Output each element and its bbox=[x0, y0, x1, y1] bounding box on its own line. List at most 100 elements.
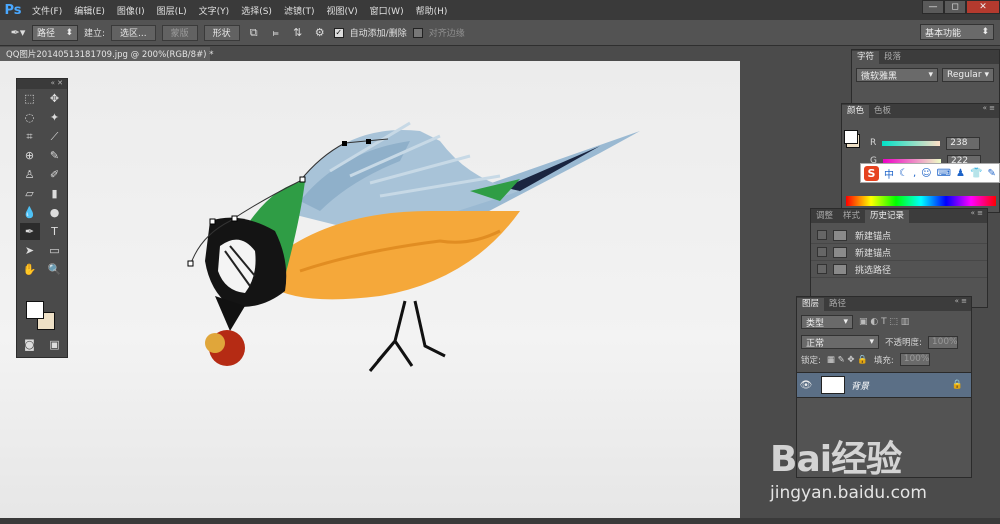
crop-icon[interactable]: ⌗ bbox=[20, 128, 40, 145]
quick-mask-icon[interactable]: ◙ bbox=[20, 336, 40, 353]
align-edges-checkbox[interactable] bbox=[412, 27, 423, 38]
magic-wand-icon[interactable]: ✦ bbox=[45, 109, 65, 126]
history-state-icon bbox=[833, 263, 847, 275]
photoshop-logo: Ps bbox=[4, 2, 22, 18]
document-canvas[interactable] bbox=[0, 61, 740, 524]
document-tab[interactable]: QQ图片20140513181709.jpg @ 200%(RGB/8#) * bbox=[0, 47, 213, 61]
path-arrangement-icon[interactable]: ⇅ bbox=[290, 25, 306, 41]
brush-icon[interactable]: ✎ bbox=[45, 147, 65, 164]
keyboard-icon[interactable]: ⌨ bbox=[937, 168, 951, 179]
channel-r-slider[interactable] bbox=[882, 140, 941, 146]
path-select-icon[interactable]: ➤ bbox=[20, 242, 40, 259]
tool-mode-select[interactable]: 路径 ⬍ bbox=[32, 24, 78, 41]
eye-icon[interactable]: 👁 bbox=[797, 380, 815, 391]
tab-paths[interactable]: 路径 bbox=[824, 298, 851, 311]
chevron-down-icon: ▾ bbox=[928, 70, 933, 80]
marquee-icon[interactable]: ⬚ bbox=[20, 90, 40, 107]
history-checkbox[interactable] bbox=[817, 247, 827, 257]
make-selection-button[interactable]: 选区... bbox=[111, 24, 156, 41]
workspace-select[interactable]: 基本功能 ⬍ bbox=[920, 24, 994, 40]
panel-menu-icon[interactable]: « ≡ bbox=[955, 297, 967, 305]
healing-icon[interactable]: ⊕ bbox=[20, 147, 40, 164]
history-item[interactable]: 挑选路径 bbox=[811, 261, 987, 278]
history-brush-icon[interactable]: ✐ bbox=[45, 166, 65, 183]
eraser-icon[interactable]: ▱ bbox=[20, 185, 40, 202]
eyedropper-icon[interactable]: ⟋ bbox=[45, 128, 65, 145]
tab-character[interactable]: 字符 bbox=[852, 51, 880, 64]
minimize-button[interactable]: — bbox=[922, 0, 944, 14]
shirt-icon[interactable]: 👕 bbox=[970, 168, 982, 179]
foreground-color-swatch[interactable] bbox=[26, 301, 44, 319]
path-alignment-icon[interactable]: ⫢ bbox=[268, 25, 284, 41]
layer-filter-select[interactable]: 类型 ▾ bbox=[801, 315, 853, 329]
make-shape-button[interactable]: 形状 bbox=[203, 24, 240, 41]
color-spectrum[interactable] bbox=[846, 196, 996, 206]
menu-window[interactable]: 窗口(W) bbox=[364, 4, 410, 17]
hand-icon[interactable]: ✋ bbox=[20, 261, 40, 278]
menu-filter[interactable]: 滤镜(T) bbox=[278, 4, 321, 17]
menu-layer[interactable]: 图层(L) bbox=[151, 4, 193, 17]
gear-icon[interactable]: ⚙ bbox=[312, 25, 328, 41]
menu-type[interactable]: 文字(Y) bbox=[193, 4, 236, 17]
punctuation-icon[interactable]: , bbox=[913, 168, 916, 179]
layer-row[interactable]: 👁 背景 🔒 bbox=[797, 372, 971, 398]
history-item[interactable]: 新建锚点 bbox=[811, 227, 987, 244]
channel-r-input[interactable]: 238 bbox=[946, 136, 981, 150]
color-fg-swatch[interactable] bbox=[844, 130, 858, 144]
channel-r-label: R bbox=[870, 138, 877, 148]
gradient-icon[interactable]: ▮ bbox=[45, 185, 65, 202]
tab-swatches[interactable]: 色板 bbox=[869, 105, 896, 118]
history-checkbox[interactable] bbox=[817, 264, 827, 274]
close-button[interactable]: ✕ bbox=[966, 0, 1000, 14]
menu-select[interactable]: 选择(S) bbox=[235, 4, 278, 17]
blur-icon[interactable]: 💧 bbox=[20, 204, 40, 221]
pen-icon[interactable]: ✒ bbox=[19, 223, 40, 240]
history-panel: 调整 样式 历史记录 « ≡ 新建锚点 新建锚点 挑选路径 bbox=[810, 208, 988, 308]
panel-menu-icon[interactable]: « ≡ bbox=[971, 209, 983, 217]
shape-icon[interactable]: ▭ bbox=[45, 242, 65, 259]
sogou-logo-icon[interactable]: S bbox=[864, 165, 879, 181]
screen-mode-icon[interactable]: ▣ bbox=[45, 336, 65, 353]
path-operations-icon[interactable]: ⧉ bbox=[246, 25, 262, 41]
tab-history[interactable]: 历史记录 bbox=[865, 210, 910, 223]
font-family-select[interactable]: 微软雅黑 ▾ bbox=[856, 68, 938, 82]
fill-input[interactable]: 100% bbox=[899, 353, 930, 366]
dodge-icon[interactable]: ● bbox=[45, 204, 65, 221]
restore-button[interactable]: ◻ bbox=[944, 0, 966, 14]
tab-color[interactable]: 颜色 bbox=[842, 105, 870, 118]
tab-layers[interactable]: 图层 bbox=[797, 298, 825, 311]
opacity-label: 不透明度: bbox=[885, 338, 922, 348]
panel-menu-icon[interactable]: « ≡ bbox=[983, 104, 995, 112]
menu-view[interactable]: 视图(V) bbox=[320, 4, 363, 17]
history-checkbox[interactable] bbox=[817, 230, 827, 240]
layer-filter-icons[interactable]: ▣ ◐ T ⬚ ▥ bbox=[859, 317, 909, 327]
blend-mode-select[interactable]: 正常 ▾ bbox=[801, 335, 879, 349]
menu-image[interactable]: 图像(I) bbox=[111, 4, 151, 17]
move-icon[interactable]: ✥ bbox=[45, 90, 65, 107]
moon-icon[interactable]: ☾ bbox=[899, 168, 908, 179]
font-style-select[interactable]: Regular ▾ bbox=[942, 68, 994, 82]
menu-file[interactable]: 文件(F) bbox=[26, 4, 68, 17]
make-mask-button[interactable]: 蒙版 bbox=[161, 24, 198, 41]
tab-styles[interactable]: 样式 bbox=[838, 210, 865, 223]
stamp-icon[interactable]: ♙ bbox=[20, 166, 40, 183]
zoom-icon[interactable]: 🔍 bbox=[45, 261, 65, 278]
ime-mode-toggle[interactable]: 中 bbox=[884, 166, 894, 181]
wrench-icon[interactable]: ✎ bbox=[987, 168, 995, 179]
character-panel: 字符 段落 微软雅黑 ▾ Regular ▾ bbox=[851, 49, 1000, 105]
tab-paragraph[interactable]: 段落 bbox=[879, 51, 906, 64]
history-item[interactable]: 新建锚点 bbox=[811, 244, 987, 261]
type-icon[interactable]: T bbox=[45, 223, 65, 240]
lock-icon: 🔒 bbox=[951, 380, 963, 390]
emoji-icon[interactable]: ☺ bbox=[921, 168, 931, 179]
menu-edit[interactable]: 编辑(E) bbox=[68, 4, 111, 17]
tab-adjustments[interactable]: 调整 bbox=[811, 210, 838, 223]
tools-panel-collapse-icon[interactable]: « ✕ bbox=[17, 79, 67, 89]
pen-tool-preset-icon[interactable]: ✒▾ bbox=[10, 25, 26, 41]
auto-add-delete-checkbox[interactable]: ✓ bbox=[333, 27, 344, 38]
lock-options-icon[interactable]: ▦ ✎ ✥ 🔒 bbox=[827, 355, 868, 365]
lasso-icon[interactable]: ◌ bbox=[20, 109, 40, 126]
opacity-input[interactable]: 100% bbox=[927, 335, 958, 349]
menu-help[interactable]: 帮助(H) bbox=[410, 4, 454, 17]
user-icon[interactable]: ♟ bbox=[956, 168, 965, 179]
